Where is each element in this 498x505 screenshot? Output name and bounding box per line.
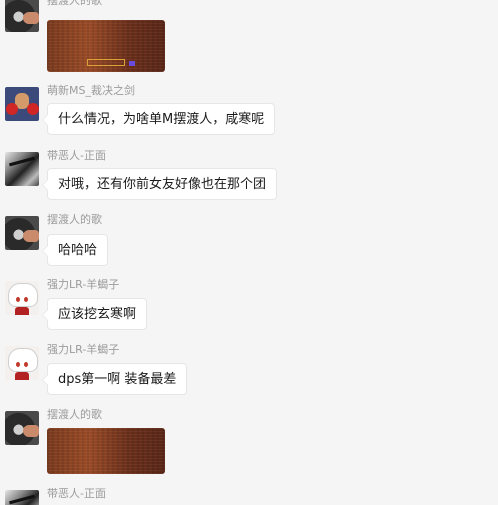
message-bubble[interactable]: dps第一啊 装备最差: [41, 363, 188, 395]
monochrome-avatar[interactable]: [5, 152, 39, 186]
sender-name: 带恶人-正面: [47, 487, 106, 500]
message-bubble[interactable]: 什么情况，为啥单M摆渡人，咸寒呢: [41, 103, 276, 135]
sender-name: 带恶人-正面: [47, 149, 106, 162]
message-bubble[interactable]: 哈哈哈: [41, 234, 109, 266]
sender-name: 萌新MS_裁决之剑: [47, 84, 135, 97]
message-bubble[interactable]: 对哦，还有你前女友好像也在那个团: [41, 168, 278, 200]
steering-wheel-avatar[interactable]: [5, 216, 39, 250]
message-bubble[interactable]: 应该挖玄寒啊: [41, 298, 148, 330]
anime-avatar[interactable]: [5, 346, 39, 380]
steering-wheel-avatar[interactable]: [5, 411, 39, 445]
monochrome-avatar[interactable]: [5, 490, 39, 505]
sender-name: 强力LR-羊蝎子: [47, 278, 120, 291]
steering-wheel-avatar[interactable]: [5, 0, 39, 32]
sender-name: 摆渡人的歌: [47, 0, 102, 7]
anime-avatar[interactable]: [5, 281, 39, 315]
sender-name: 强力LR-羊蝎子: [47, 343, 120, 356]
image-message[interactable]: [47, 428, 165, 474]
sender-name: 摆渡人的歌: [47, 408, 102, 421]
image-message[interactable]: [47, 20, 165, 72]
sender-name: 摆渡人的歌: [47, 213, 102, 226]
boxer-avatar[interactable]: [5, 87, 39, 121]
chat-message-list[interactable]: 摆渡人的歌 萌新MS_裁决之剑 什么情况，为啥单M摆渡人，咸寒呢 带恶人-正面 …: [0, 0, 498, 505]
